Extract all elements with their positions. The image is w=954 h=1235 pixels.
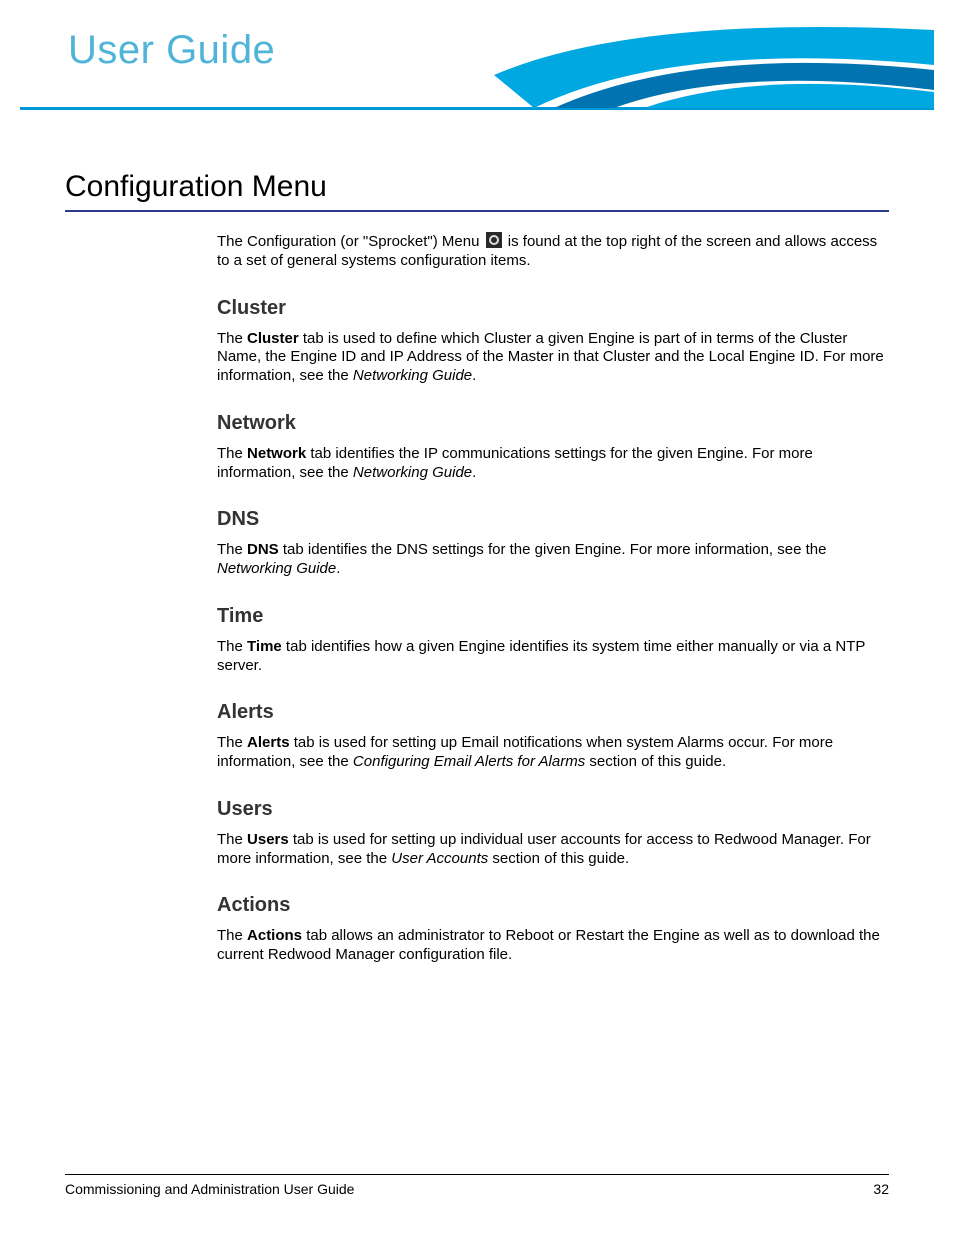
sprocket-icon (486, 232, 502, 248)
section-bold-term: Time (247, 638, 282, 655)
section-paragraph: The Time tab identifies how a given Engi… (217, 638, 889, 676)
section-italic-ref: User Accounts (391, 850, 488, 867)
page-header: User Guide (20, 0, 934, 110)
section-paragraph: The Alerts tab is used for setting up Em… (217, 734, 889, 772)
page-footer: Commissioning and Administration User Gu… (65, 1174, 889, 1197)
section-heading: Users (217, 798, 889, 821)
section-text: The (217, 734, 247, 751)
body-block: The Configuration (or "Sprocket") Menu i… (217, 232, 889, 965)
page-title: Configuration Menu (65, 170, 889, 212)
section-text: tab identifies the DNS settings for the … (279, 541, 827, 558)
section-italic-ref: Configuring Email Alerts for Alarms (353, 753, 585, 770)
section-text: The (217, 927, 247, 944)
section-text: tab allows an administrator to Reboot or… (217, 927, 880, 963)
section-text: The (217, 831, 247, 848)
section-heading: DNS (217, 508, 889, 531)
intro-paragraph: The Configuration (or "Sprocket") Menu i… (217, 232, 889, 271)
section-italic-ref: Networking Guide (353, 464, 472, 481)
section-bold-term: Actions (247, 927, 302, 944)
section-paragraph: The DNS tab identifies the DNS settings … (217, 541, 889, 579)
section-bold-term: Users (247, 831, 289, 848)
intro-text-before: The Configuration (or "Sprocket") Menu (217, 233, 484, 250)
section-heading: Actions (217, 894, 889, 917)
page-content: Configuration Menu The Configuration (or… (0, 110, 954, 965)
section-heading: Time (217, 605, 889, 628)
section-bold-term: Alerts (247, 734, 290, 751)
section-text: The (217, 445, 247, 462)
section-heading: Network (217, 412, 889, 435)
footer-left: Commissioning and Administration User Gu… (65, 1181, 354, 1197)
section-bold-term: Network (247, 445, 306, 462)
section-italic-ref: Networking Guide (353, 367, 472, 384)
section-text: The (217, 638, 247, 655)
section-text: The (217, 541, 247, 558)
section-paragraph: The Cluster tab is used to define which … (217, 330, 889, 386)
section-text: The (217, 330, 247, 347)
section-text: tab identifies how a given Engine identi… (217, 638, 865, 674)
footer-page-number: 32 (873, 1181, 889, 1197)
section-text: . (472, 464, 476, 481)
section-paragraph: The Actions tab allows an administrator … (217, 927, 889, 965)
section-text: . (336, 560, 340, 577)
section-text: section of this guide. (585, 753, 726, 770)
section-paragraph: The Network tab identifies the IP commun… (217, 445, 889, 483)
section-text: tab is used to define which Cluster a gi… (217, 330, 884, 385)
section-italic-ref: Networking Guide (217, 560, 336, 577)
section-text: tab identifies the IP communications set… (217, 445, 813, 481)
section-heading: Alerts (217, 701, 889, 724)
section-text: section of this guide. (488, 850, 629, 867)
section-bold-term: DNS (247, 541, 279, 558)
header-swoosh-graphic (494, 20, 934, 108)
section-heading: Cluster (217, 297, 889, 320)
section-bold-term: Cluster (247, 330, 299, 347)
section-text: . (472, 367, 476, 384)
section-paragraph: The Users tab is used for setting up ind… (217, 831, 889, 869)
